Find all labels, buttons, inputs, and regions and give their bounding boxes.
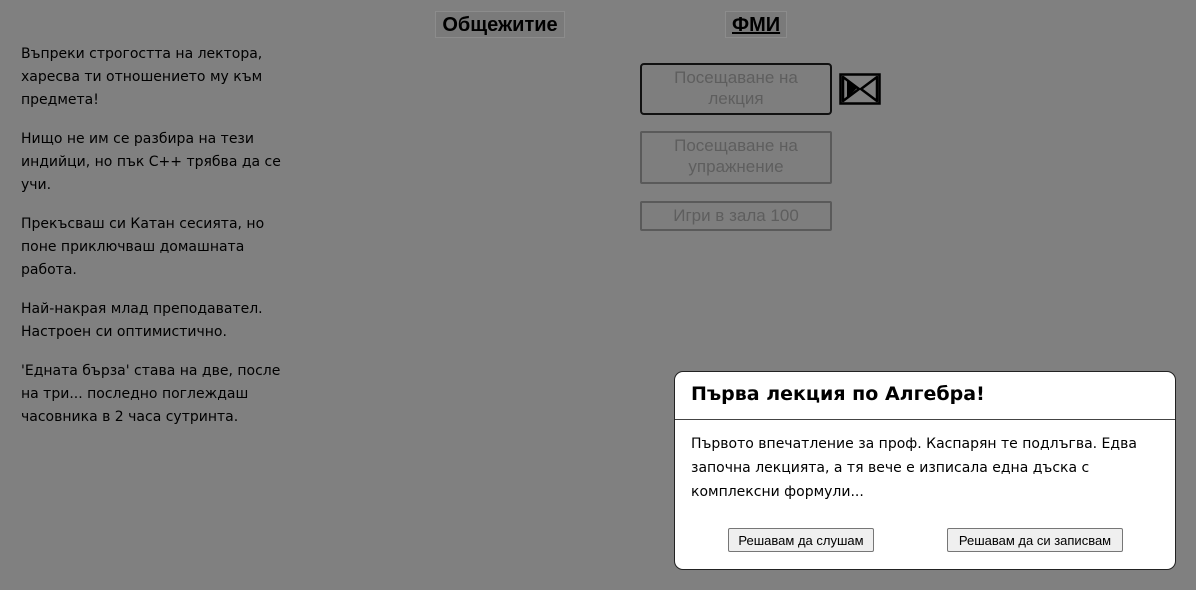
take-notes-button[interactable]: Решавам да си записвам <box>947 528 1123 552</box>
log-entry: 'Едната бърза' става на две, после на тр… <box>21 363 281 425</box>
log-entry: Прекъсваш си Катан сесията, но поне прик… <box>21 216 265 278</box>
log-entry: Най-накрая млад преподавател. Настроен с… <box>21 301 263 340</box>
games-hall-button[interactable]: Игри в зала 100 <box>640 201 832 231</box>
attend-exercise-button[interactable]: Посещаване на упражнение <box>640 131 832 184</box>
tab-fmi[interactable]: ФМИ <box>725 11 787 38</box>
log-entry: Нищо не им се разбира на тези индийци, н… <box>21 131 281 193</box>
event-log: Въпреки строгостта на лектора, харесва т… <box>21 43 286 445</box>
dialog-text: Първото впечатление за проф. Каспарян те… <box>691 436 1137 500</box>
log-entry: Въпреки строгостта на лектора, харесва т… <box>21 46 263 108</box>
event-dialog: Първа лекция по Алгебра! Първото впечатл… <box>674 371 1176 570</box>
dialog-title: Първа лекция по Алгебра! <box>675 372 1175 420</box>
attend-lecture-button[interactable]: Посещаване на лекция <box>640 63 832 115</box>
listen-button[interactable]: Решавам да слушам <box>728 528 874 552</box>
hourglass-icon <box>839 73 881 105</box>
tab-dorm[interactable]: Общежитие <box>435 11 565 38</box>
